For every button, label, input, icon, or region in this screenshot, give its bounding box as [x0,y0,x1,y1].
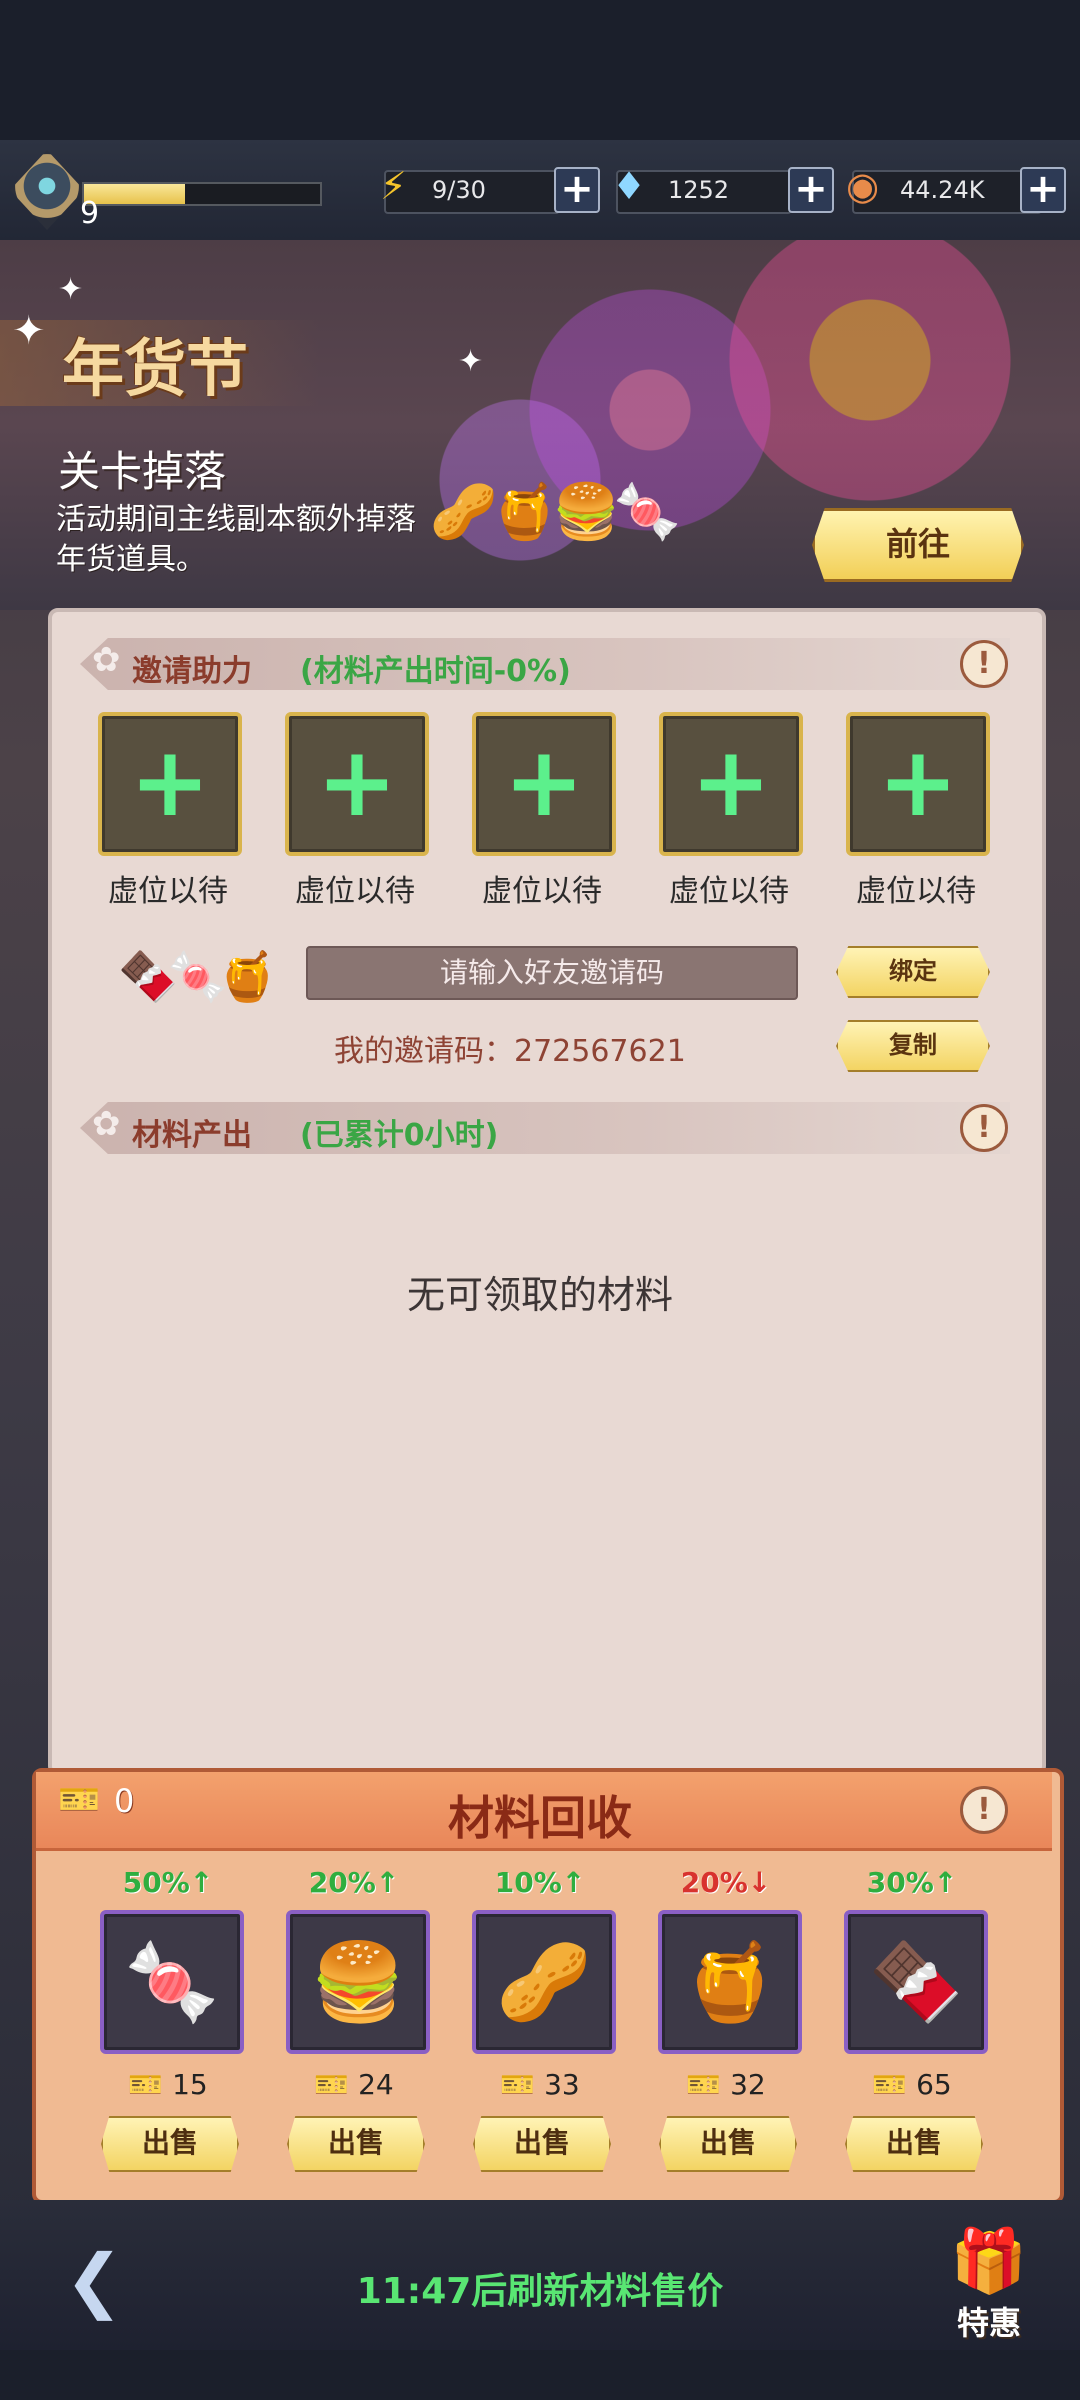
player-level: 9 [80,196,100,231]
item-price-value: 15 [172,2068,208,2101]
diamond-icon: ♦ [612,164,647,208]
sell-button[interactable]: 出售 [287,2116,425,2172]
invite-slot-label: 虚位以待 [295,874,415,909]
goto-button[interactable]: 前往 [812,508,1024,582]
item-price-value: 33 [544,2068,580,2101]
ticket-icon: 🎫 [872,2068,917,2101]
xp-bar-fill [84,184,186,204]
invite-slot-label: 虚位以待 [108,874,228,909]
add-coins-button[interactable]: + [1020,167,1066,213]
special-offer-button[interactable]: 🎁 特惠 [934,2224,1044,2344]
item-price: 🎫 65 [832,2068,992,2101]
bind-button[interactable]: 绑定 [836,946,990,998]
invite-slot-label: 虚位以待 [482,874,602,909]
plus-icon: + [503,726,585,838]
invite-slot[interactable]: + [285,712,429,856]
ticket-icon: 🎫 [686,2068,731,2101]
ticket-icon: 🎫 [314,2068,359,2101]
sell-button[interactable]: 出售 [473,2116,611,2172]
price-change-chocolate: 30%↑ [866,1866,958,1899]
item-price: 🎫 15 [88,2068,248,2101]
energy-counter: 9/30 [384,170,560,214]
sparkle-icon: ✦ [58,272,84,307]
coins-counter: 44.24K [852,170,1042,214]
my-invite-code: 我的邀请码：272567621 [334,1034,686,1069]
stage-drop-title: 关卡掉落 [58,447,227,496]
price-change-macaron: 20%↑ [308,1866,400,1899]
item-price-value: 65 [916,2068,952,2101]
price-refresh-timer: 11:47后刷新材料售价 [356,2271,724,2312]
copy-button[interactable]: 复制 [836,1020,990,1072]
gift-box-icon: 🎁 [950,2224,1028,2297]
flower-icon: ✿ [92,640,121,680]
item-price: 🎫 32 [646,2068,806,2101]
macaron-item-icon[interactable]: 🍔 [286,1910,430,2054]
plus-icon: + [129,726,211,838]
lightning-icon: ⚡ [380,164,407,208]
energy-value: 9/30 [432,176,486,204]
output-section-note: (已累计0小时) [300,1118,499,1153]
invite-section-note: (材料产出时间-0%) [300,654,571,689]
xp-bar [82,182,322,206]
output-section-title: 材料产出 [132,1118,252,1153]
invite-slot[interactable]: + [472,712,616,856]
sell-button[interactable]: 出售 [101,2116,239,2172]
price-change-almond: 10%↑ [494,1866,586,1899]
invite-slot[interactable]: + [846,712,990,856]
item-price-value: 24 [358,2068,394,2101]
invite-slot-label: 虚位以待 [856,874,976,909]
stage-drop-description: 活动期间主线副本额外掉落年货道具。 [56,502,416,577]
invite-slot[interactable]: + [98,712,242,856]
recycle-title: 材料回收 [448,1791,632,1845]
invite-slot-label: 虚位以待 [669,874,789,909]
info-icon[interactable]: ! [960,1786,1008,1834]
honeycomb-item-icon[interactable]: 🍯 [658,1910,802,2054]
gems-value: 1252 [668,176,730,204]
invite-slot[interactable]: + [659,712,803,856]
sparkle-icon: ✦ [12,308,46,354]
coin-icon: ◉ [846,164,880,208]
item-price: 🎫 33 [460,2068,620,2101]
plus-icon: + [877,726,959,838]
chocolate-item-icon[interactable]: 🍫 [844,1910,988,2054]
empty-materials-message: 无可领取的材料 [406,1273,673,1317]
ticket-icon: 🎫 [500,2068,545,2101]
item-price-value: 32 [730,2068,766,2101]
sparkle-icon: ✦ [458,344,484,379]
item-price: 🎫 24 [274,2068,434,2101]
price-change-candy: 50%↑ [122,1866,214,1899]
flower-icon: ✿ [92,1104,121,1144]
add-gems-button[interactable]: + [788,167,834,213]
plus-icon: + [690,726,772,838]
invite-code-input[interactable]: 请输入好友邀请码 [306,946,798,1000]
sell-button[interactable]: 出售 [659,2116,797,2172]
coins-value: 44.24K [900,176,985,204]
info-icon[interactable]: ! [960,1104,1008,1152]
treats-illustration-icon: 🥜🍯🍔🍬 [430,480,681,543]
price-change-honeycomb: 20%↓ [680,1866,772,1899]
sell-button[interactable]: 出售 [845,2116,983,2172]
ticket-icon: 🎫 [128,2068,173,2101]
invite-section-title: 邀请助力 [132,654,252,689]
info-icon[interactable]: ! [960,640,1008,688]
special-offer-label: 特惠 [956,2304,1021,2342]
plus-icon: + [316,726,398,838]
candy-item-icon[interactable]: 🍬 [100,1910,244,2054]
candy-pile-icon: 🍫🍬🍯 [118,949,277,1005]
almond-item-icon[interactable]: 🥜 [472,1910,616,2054]
festival-title: 年货节 [62,332,249,405]
add-energy-button[interactable]: + [554,167,600,213]
